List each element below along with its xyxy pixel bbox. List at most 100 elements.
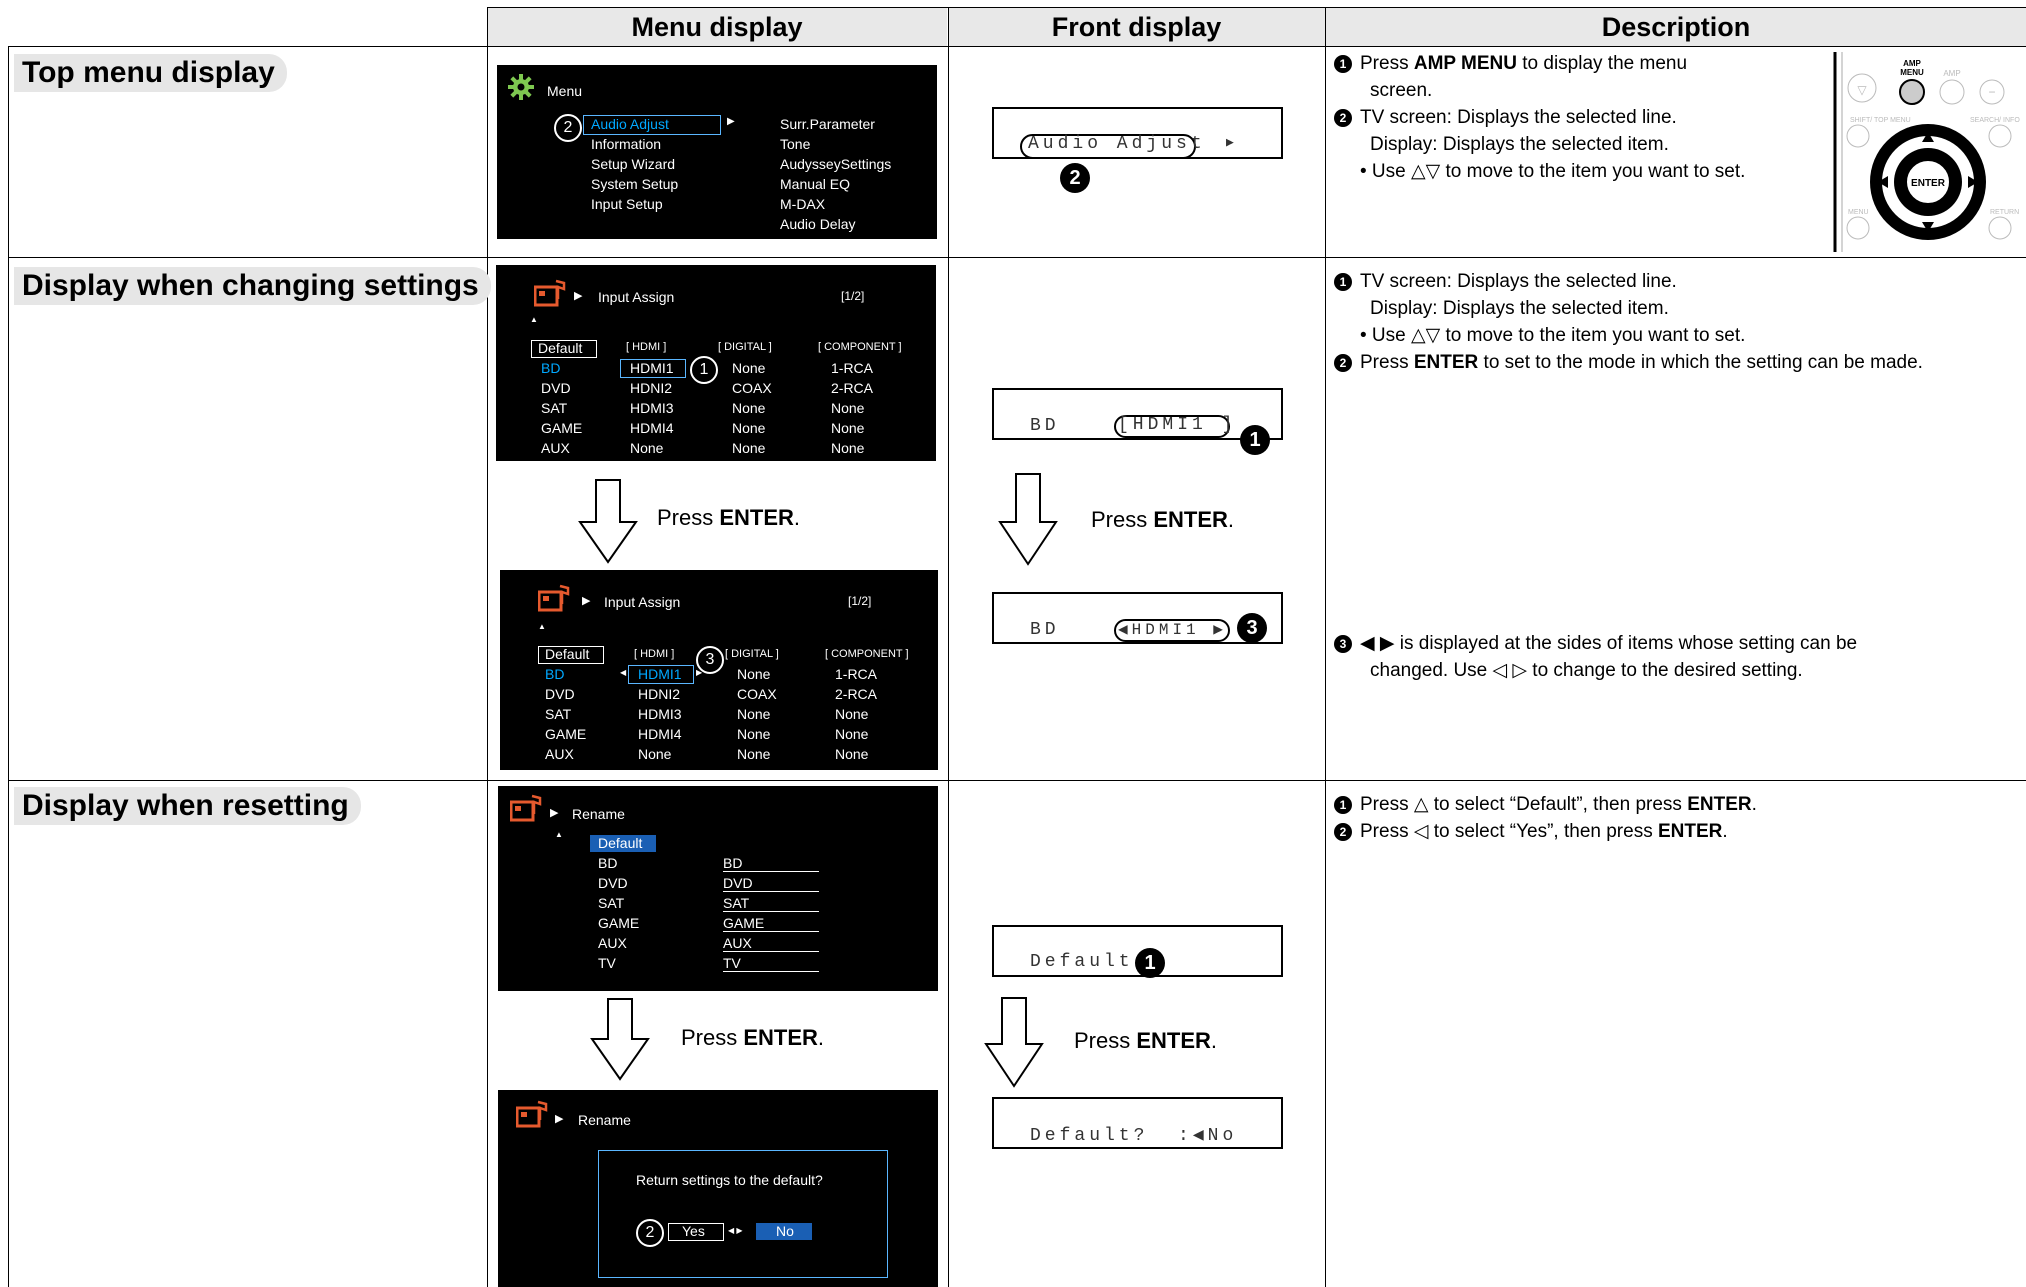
svg-text:SHIFT/ TOP MENU: SHIFT/ TOP MENU <box>1850 117 1911 124</box>
description-changing-settings: 1 TV screen: Displays the selected line. … <box>1334 268 2024 376</box>
callout-2: 2 <box>554 114 582 142</box>
scroll-up-icon: ▲ <box>538 622 546 631</box>
default-button[interactable]: Default <box>538 340 582 356</box>
rename-item[interactable]: SAT <box>598 895 624 911</box>
menu-item-input-setup[interactable]: Input Setup <box>591 196 663 212</box>
callout-1: 1 <box>690 356 718 384</box>
callout-1: 1 <box>1240 425 1270 455</box>
scroll-up-icon: ▲ <box>555 830 563 839</box>
table-cell-digital: None <box>732 420 766 436</box>
table-cell-component: 2-RCA <box>831 380 874 396</box>
rename-value: SAT <box>723 895 819 912</box>
arrow-icon: ▶ <box>582 595 591 607</box>
desc-line: 1 Press AMP MENU to display the menu <box>1334 50 1834 77</box>
press-enter-instruction: Press ENTER. <box>1091 507 1235 532</box>
desc-line: screen. <box>1370 80 1433 101</box>
grid-line <box>487 7 2026 8</box>
grid-line <box>8 46 2026 47</box>
column-header-hdmi: [ HDMI ] <box>626 341 667 353</box>
table-cell-hdmi[interactable]: HDNI2 <box>630 380 672 396</box>
menu-item-audio-adjust[interactable]: Audio Adjust <box>591 116 669 132</box>
menu-item-information[interactable]: Information <box>591 136 661 152</box>
bullet-1-icon: 1 <box>1334 796 1352 814</box>
table-cell-digital: None <box>732 440 766 456</box>
film-music-icon <box>516 1100 548 1128</box>
desc-line: • Use △▽ to move to the item you want to… <box>1360 161 1746 182</box>
grid-line <box>487 7 488 1287</box>
table-cell-hdmi[interactable]: HDMI3 <box>638 706 682 722</box>
svg-text:ENTER: ENTER <box>1911 178 1946 189</box>
table-cell-source[interactable]: AUX <box>545 746 574 762</box>
table-cell-digital: COAX <box>732 380 772 396</box>
desc-line: 2 Press ENTER to set to the mode in which… <box>1334 349 2024 376</box>
table-cell-source[interactable]: BD <box>541 360 560 376</box>
film-music-icon <box>510 794 542 822</box>
table-cell-source[interactable]: DVD <box>541 380 571 396</box>
rename-item[interactable]: TV <box>598 955 616 971</box>
rename-item[interactable]: BD <box>598 855 617 871</box>
left-right-arrows-icon: ◀ ▶ <box>728 1226 743 1235</box>
table-cell-component: None <box>831 440 865 456</box>
bullet-1-icon: 1 <box>1334 273 1352 291</box>
rename-item[interactable]: GAME <box>598 915 639 931</box>
down-arrow-icon <box>998 473 1058 566</box>
table-cell-digital: None <box>732 360 766 376</box>
bullet-3-icon: 3 <box>1334 635 1352 653</box>
rename-item[interactable]: AUX <box>598 935 627 951</box>
description-changing-note: 3 ◀ ▶ is displayed at the sides of items … <box>1334 630 2024 684</box>
rename-item-default[interactable]: Default <box>598 835 642 851</box>
right-arrow-icon: ▶ <box>696 668 703 677</box>
svg-text:▽: ▽ <box>1857 83 1867 97</box>
table-cell-hdmi[interactable]: HDNI2 <box>638 686 680 702</box>
table-cell-source[interactable]: SAT <box>541 400 567 416</box>
table-cell-hdmi[interactable]: HDMI4 <box>630 420 674 436</box>
table-cell-hdmi[interactable]: None <box>638 746 671 762</box>
scroll-up-icon: ▲ <box>530 315 538 324</box>
table-cell-source[interactable]: AUX <box>541 440 570 456</box>
screen-title: Input Assign <box>604 594 681 610</box>
callout-3: 3 <box>1237 613 1267 643</box>
front-display-source: BD <box>1030 620 1060 640</box>
yes-button[interactable]: Yes <box>682 1223 705 1239</box>
table-cell-hdmi[interactable]: HDMI3 <box>630 400 674 416</box>
menu-item-system-setup[interactable]: System Setup <box>591 176 678 192</box>
grid-line <box>1325 7 1326 1287</box>
desc-line: 3 ◀ ▶ is displayed at the sides of items … <box>1334 630 2024 657</box>
table-cell-hdmi[interactable]: HDMI4 <box>638 726 682 742</box>
table-cell-source[interactable]: BD <box>545 666 564 682</box>
table-cell-hdmi[interactable]: HDMI1 <box>630 360 674 376</box>
desc-line: Display: Displays the selected item. <box>1370 134 1669 155</box>
row-title-resetting: Display when resetting <box>14 787 361 825</box>
table-cell-component: None <box>835 706 869 722</box>
svg-text:MENU: MENU <box>1900 68 1924 77</box>
desc-line: Display: Displays the selected item. <box>1370 298 1669 319</box>
column-header-digital: [ DIGITAL ] <box>725 648 779 660</box>
front-display-source: BD <box>1030 416 1060 436</box>
tv-screen-rename-confirm: ▶ Rename Return settings to the default?… <box>498 1090 938 1287</box>
no-button[interactable]: No <box>776 1223 794 1239</box>
table-cell-digital: None <box>737 666 771 682</box>
bullet-2-icon: 2 <box>1334 109 1352 127</box>
table-cell-digital: None <box>737 726 771 742</box>
desc-line: 2 TV screen: Displays the selected line. <box>1334 104 1834 131</box>
bullet-1-icon: 1 <box>1334 55 1352 73</box>
submenu-item: M-DAX <box>780 196 826 212</box>
down-arrow-icon <box>590 998 650 1081</box>
table-cell-source[interactable]: DVD <box>545 686 575 702</box>
default-button[interactable]: Default <box>545 646 589 662</box>
table-cell-hdmi[interactable]: HDMI1 <box>638 666 682 682</box>
table-cell-source[interactable]: GAME <box>541 420 582 436</box>
table-cell-hdmi[interactable]: None <box>630 440 663 456</box>
table-cell-source[interactable]: SAT <box>545 706 571 722</box>
rename-item[interactable]: DVD <box>598 875 628 891</box>
table-cell-source[interactable]: GAME <box>545 726 586 742</box>
front-display-value: [HDMI1 ] <box>1118 415 1237 435</box>
bullet-2-icon: 2 <box>1334 823 1352 841</box>
menu-item-setup-wizard[interactable]: Setup Wizard <box>591 156 675 172</box>
table-cell-component: 1-RCA <box>835 666 878 682</box>
menu-title: Menu <box>547 83 583 99</box>
desc-line: 1 Press △ to select “Default”, then press… <box>1334 791 2024 818</box>
svg-text:SEARCH/ INFO: SEARCH/ INFO <box>1970 117 2020 124</box>
table-cell-component: None <box>831 400 865 416</box>
screen-title: Rename <box>578 1112 631 1128</box>
